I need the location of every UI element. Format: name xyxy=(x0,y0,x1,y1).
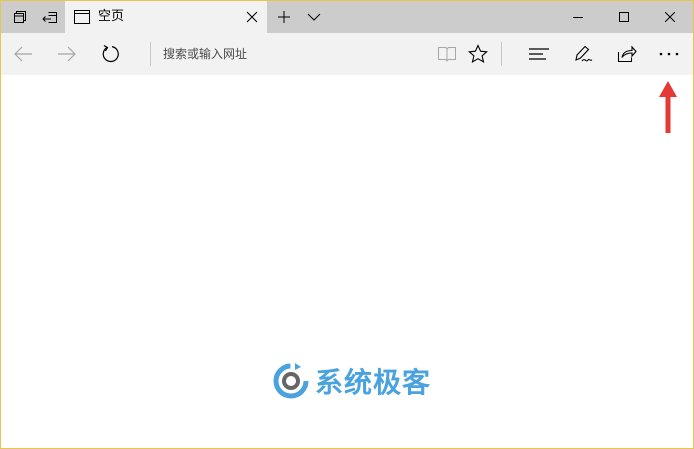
page-content: 系统极客 xyxy=(1,75,693,448)
book-icon xyxy=(437,45,457,63)
chevron-down-icon xyxy=(307,12,321,22)
more-dots-icon xyxy=(658,51,680,57)
star-icon xyxy=(468,44,488,64)
toolbar-divider xyxy=(501,42,502,66)
hub-lines-icon xyxy=(529,47,549,61)
close-icon xyxy=(246,11,258,23)
refresh-button[interactable] xyxy=(93,33,129,75)
more-button[interactable] xyxy=(651,33,687,75)
add-favorite-button[interactable] xyxy=(460,33,496,75)
address-bar[interactable] xyxy=(153,33,423,75)
watermark-text: 系统极客 xyxy=(315,361,431,401)
tab-preview-button[interactable] xyxy=(295,1,333,33)
plus-icon xyxy=(277,10,291,24)
watermark: 系统极客 xyxy=(271,361,431,401)
watermark-text-fill: 系统极客 xyxy=(315,366,432,399)
arrow-left-icon xyxy=(13,46,33,62)
blank-page-icon xyxy=(74,10,90,24)
hub-button[interactable] xyxy=(521,33,557,75)
red-arrow-up-icon xyxy=(658,80,678,134)
minimize-button[interactable] xyxy=(555,1,601,33)
tab-title: 空页 xyxy=(98,9,125,24)
window-close-button[interactable] xyxy=(647,1,693,33)
address-input[interactable] xyxy=(153,47,423,61)
tab-blank-page[interactable]: 空页 xyxy=(65,1,267,33)
minimize-icon xyxy=(573,12,583,22)
share-icon xyxy=(617,45,637,63)
gear-logo-icon xyxy=(271,361,311,401)
close-icon xyxy=(665,12,675,22)
forward-button[interactable] xyxy=(49,33,85,75)
toolbar-divider xyxy=(150,42,151,66)
maximize-button[interactable] xyxy=(601,1,647,33)
maximize-icon xyxy=(619,12,629,22)
tab-strip: 空页 xyxy=(1,1,693,33)
share-button[interactable] xyxy=(609,33,645,75)
browser-window: 空页 搜索或输入网址 系统极客 xyxy=(0,0,694,449)
tabs-aside-button[interactable] xyxy=(31,1,69,33)
navigation-toolbar xyxy=(1,33,693,75)
tab-close-button[interactable] xyxy=(245,10,259,24)
tabs-aside-icon xyxy=(42,10,58,24)
refresh-icon xyxy=(101,44,121,64)
back-button[interactable] xyxy=(5,33,41,75)
pen-icon xyxy=(573,44,593,64)
arrow-right-icon xyxy=(57,46,77,62)
web-note-button[interactable] xyxy=(565,33,601,75)
tab-set-aside-icon xyxy=(13,10,27,24)
